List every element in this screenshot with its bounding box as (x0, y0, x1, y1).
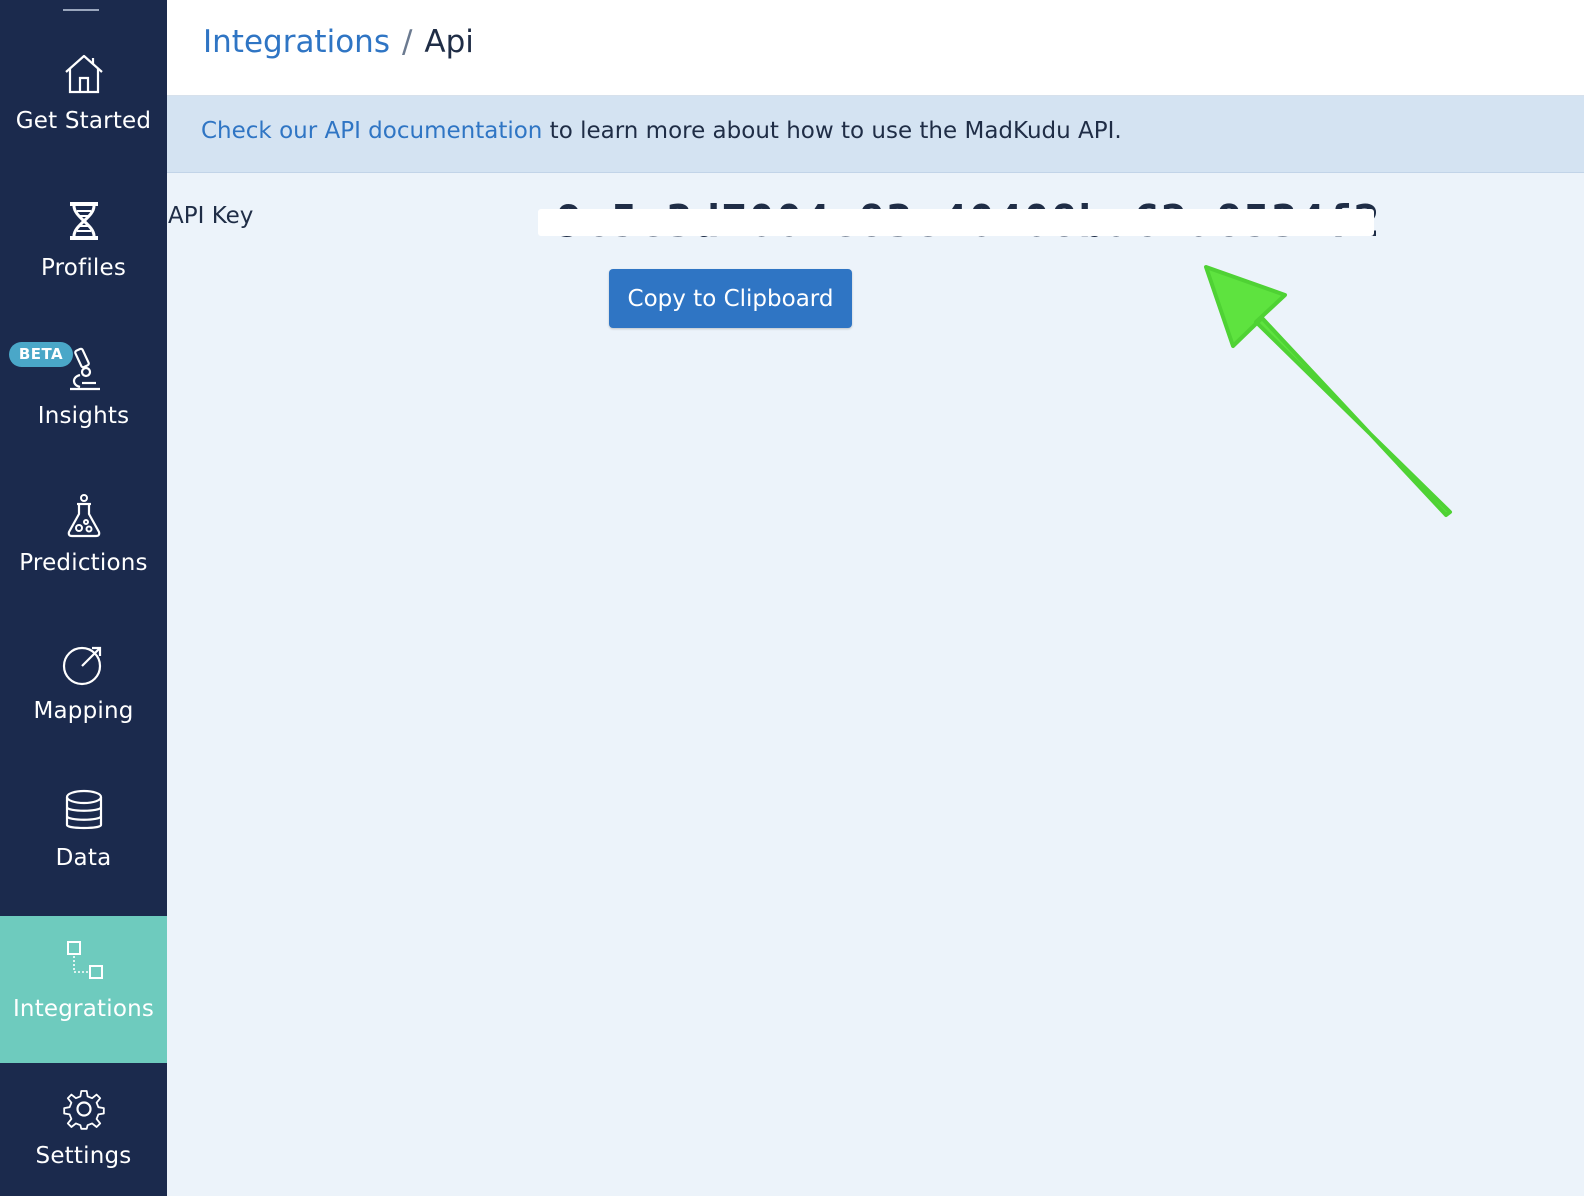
home-icon (64, 54, 103, 94)
breadcrumb-link-integrations[interactable]: Integrations (203, 24, 390, 60)
breadcrumb-separator: / (401, 24, 413, 60)
breadcrumb-current-page: Api (424, 24, 474, 60)
sidebar-item-label: Mapping (33, 698, 134, 724)
sidebar-item-label: Predictions (19, 550, 148, 576)
connection-nodes-icon (66, 941, 103, 979)
api-key-label: API Key (168, 203, 254, 229)
sidebar-item-insights[interactable]: Insights (0, 295, 167, 442)
gear-icon (62, 1090, 105, 1130)
sidebar-item-get-started[interactable]: Get Started (0, 0, 167, 147)
sidebar-item-mapping[interactable]: Mapping (0, 590, 167, 737)
sidebar-item-profiles[interactable]: Profiles (0, 147, 167, 294)
copy-to-clipboard-button[interactable]: Copy to Clipboard (609, 269, 852, 328)
sidebar-item-label: Insights (37, 403, 130, 429)
sidebar-item-settings[interactable]: Settings (0, 1063, 167, 1196)
breadcrumb: Integrations / Api (203, 24, 474, 60)
sidebar-item-integrations[interactable]: Integrations (0, 916, 167, 1063)
banner-text: Check our API documentation to learn mor… (201, 118, 1122, 144)
sidebar-item-predictions[interactable]: Predictions (0, 442, 167, 589)
sidebar-item-label: Get Started (15, 108, 152, 134)
sidebar: Get Started Profiles Insights BETA Predi… (0, 0, 167, 1196)
target-arrow-icon (62, 646, 101, 686)
page-header: Integrations / Api (167, 0, 1584, 96)
banner-message: to learn more about how to use the MadKu… (542, 118, 1122, 144)
sidebar-item-label: Settings (35, 1143, 132, 1169)
info-banner: Check our API documentation to learn mor… (167, 96, 1584, 173)
sidebar-item-label: Data (55, 845, 112, 871)
sidebar-item-label: Integrations (12, 996, 155, 1022)
beta-badge: BETA (9, 342, 73, 367)
sidebar-item-data[interactable]: Data (0, 737, 167, 884)
database-icon (65, 789, 102, 830)
annotation-arrow-icon (1204, 265, 1452, 517)
flask-icon (67, 494, 100, 538)
sidebar-item-label: Profiles (40, 255, 127, 281)
api-documentation-link[interactable]: Check our API documentation (201, 118, 542, 144)
api-key-redaction (538, 209, 1374, 236)
hourglass-dna-icon (69, 202, 98, 240)
